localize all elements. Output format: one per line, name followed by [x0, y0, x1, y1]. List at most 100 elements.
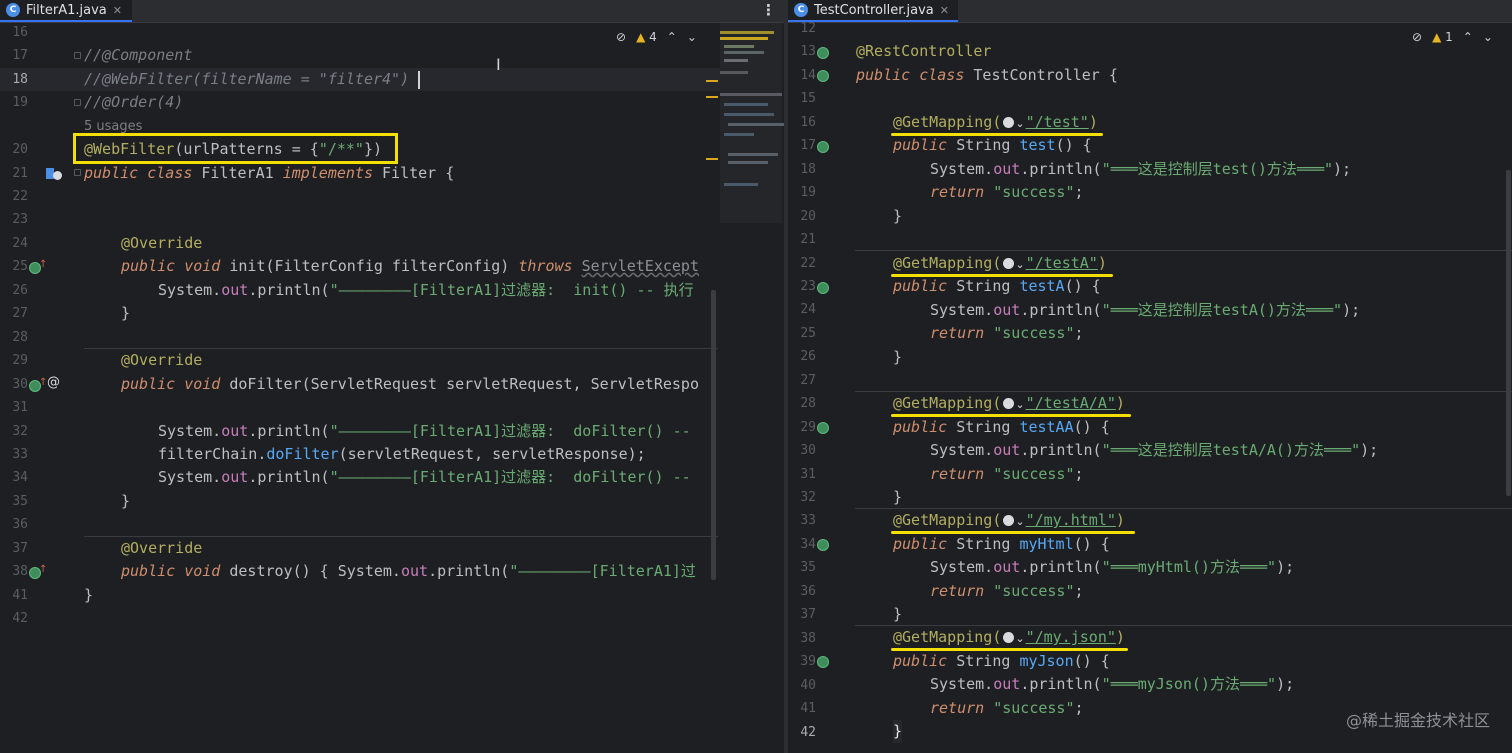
code-token: out	[993, 558, 1021, 576]
more-options-icon[interactable]: ⋮	[761, 1, 776, 19]
line-number: 26	[800, 349, 816, 365]
inspection-widget[interactable]: ⊘ ▲ 1 ⌃ ⌄	[1412, 30, 1493, 44]
tab-filtera1-java[interactable]: C FilterA1.java ✕	[0, 0, 132, 22]
chevron-down-icon[interactable]: ⌄	[1015, 253, 1024, 276]
warning-count: 4	[649, 30, 657, 44]
mapping-url[interactable]: "/my.html"	[1026, 511, 1116, 529]
line-number: 41	[12, 588, 28, 603]
fold-marker-icon[interactable]	[74, 169, 81, 176]
code-line: }	[893, 720, 903, 743]
code-token: out	[993, 301, 1021, 319]
chevron-down-icon[interactable]: ⌄	[1015, 627, 1024, 650]
code-line: public class FilterA1 implements Filter …	[84, 162, 454, 185]
code-line: public String test() {	[893, 134, 1092, 157]
fold-marker-icon[interactable]	[74, 99, 81, 106]
request-mapping-icon[interactable]	[817, 422, 829, 434]
next-highlight-icon[interactable]: ⌄	[1483, 30, 1493, 44]
mapping-url[interactable]: "/testA"	[1026, 254, 1098, 272]
next-highlight-icon[interactable]: ⌄	[687, 30, 697, 44]
code-line: public void doFilter(ServletRequest serv…	[121, 373, 699, 396]
warning-counter[interactable]: ▲ 1	[1432, 30, 1453, 44]
line-number: 32	[800, 490, 816, 505]
chevron-down-icon[interactable]: ⌄	[1015, 112, 1024, 135]
code-line: System.out.println("═══这是控制层testA()方法═══…	[930, 299, 1360, 322]
warning-counter[interactable]: ▲ 4	[636, 30, 657, 44]
line-number: 24	[800, 302, 816, 318]
globe-icon[interactable]	[1003, 117, 1015, 128]
globe-icon[interactable]	[1003, 515, 1015, 526]
at-icon[interactable]: @	[47, 375, 60, 390]
line-number: 32	[12, 424, 28, 439]
code-minimap[interactable]	[720, 23, 784, 223]
code-line: @Override	[121, 234, 203, 252]
code-token: "success"	[984, 465, 1075, 483]
vertical-scrollbar[interactable]	[711, 290, 716, 580]
spring-bean-icon[interactable]	[817, 70, 829, 82]
code-line: System.out.println("═══这是控制层testA/A()方法═…	[930, 439, 1378, 462]
code-token: public	[893, 277, 948, 295]
warning-stripe-mark[interactable]	[706, 80, 718, 82]
method-separator	[855, 250, 1512, 251]
line-number: 28	[12, 330, 28, 345]
previous-highlight-icon[interactable]: ⌃	[1463, 30, 1473, 44]
reader-mode-icon[interactable]: ⊘	[616, 30, 626, 44]
line-number: 22	[800, 255, 816, 271]
code-token: );	[1276, 675, 1295, 693]
chevron-down-icon[interactable]: ⌄	[1015, 393, 1024, 416]
code-token: () {	[1055, 136, 1092, 154]
line-number: 17	[12, 48, 28, 63]
mapping-url[interactable]: "/test"	[1026, 113, 1089, 131]
left-editor-pane: C FilterA1.java ✕ ⋮ 16 17 18 19 20 21 22…	[0, 0, 784, 753]
warning-stripe-mark[interactable]	[706, 96, 718, 98]
highlight-underline	[891, 133, 1103, 136]
code-line: }	[893, 605, 903, 623]
code-line: //@Component	[84, 46, 193, 64]
reader-mode-icon[interactable]: ⊘	[1412, 30, 1422, 44]
inspection-widget[interactable]: ⊘ ▲ 4 ⌃ ⌄	[616, 30, 697, 44]
highlight-underline	[891, 414, 1131, 417]
code-token: public class	[856, 66, 965, 84]
code-token: Filter {	[373, 164, 455, 182]
minimap-line	[724, 183, 758, 186]
line-number: 30	[12, 377, 28, 392]
line-number: 23	[12, 212, 28, 227]
close-icon[interactable]: ✕	[940, 4, 949, 17]
warning-stripe-mark[interactable]	[706, 158, 718, 160]
mapping-url[interactable]: "/testA/A"	[1026, 394, 1116, 412]
code-line: @Override	[121, 539, 203, 557]
previous-highlight-icon[interactable]: ⌃	[667, 30, 677, 44]
chevron-down-icon[interactable]: ⌄	[1015, 510, 1024, 533]
close-icon[interactable]: ✕	[113, 4, 122, 17]
code-token: )	[1115, 394, 1125, 412]
code-token: return	[930, 465, 985, 483]
left-code-editor[interactable]: 16 17 18 19 20 21 22 23 24 25 26 27 28 2…	[0, 23, 784, 753]
code-token: myJson	[1019, 652, 1074, 670]
globe-icon[interactable]	[1003, 398, 1015, 409]
minimap-line	[720, 71, 748, 74]
right-code-editor[interactable]: 12 13 14 15 16 17 18 19 20 21 22 23 24 25 26 27 28 29 30 31…	[788, 21, 1512, 753]
request-mapping-icon[interactable]	[817, 539, 829, 551]
code-line: @GetMapping(⌄"/my.html")	[893, 509, 1125, 533]
tab-title: FilterA1.java	[26, 2, 107, 18]
code-token: @GetMapping	[893, 254, 993, 272]
line-number: 16	[800, 114, 816, 130]
line-number: 35	[800, 560, 816, 576]
vertical-scrollbar[interactable]	[1506, 170, 1511, 496]
globe-icon[interactable]	[1003, 258, 1015, 269]
code-token: "═══这是控制层testA/A()方法═══"	[1101, 441, 1361, 459]
request-mapping-icon[interactable]	[817, 656, 829, 668]
spring-bean-icon[interactable]	[817, 47, 829, 59]
mapping-url[interactable]: "/my.json"	[1026, 628, 1116, 646]
code-line: System.out.println("═══myHtml()方法═══");	[930, 556, 1294, 579]
request-mapping-icon[interactable]	[817, 141, 829, 153]
line-number: 38	[12, 564, 28, 579]
line-number: 40	[800, 677, 816, 693]
fold-marker-icon[interactable]	[74, 52, 81, 59]
code-token: .println(	[248, 422, 330, 440]
request-mapping-icon[interactable]	[817, 282, 829, 294]
code-line: @GetMapping(⌄"/my.json")	[893, 626, 1125, 650]
code-token: .println(	[1020, 675, 1102, 693]
code-token: doFilter(ServletRequest servletRequest, …	[220, 375, 699, 393]
line-number: 27	[12, 306, 28, 321]
globe-icon[interactable]	[1003, 632, 1015, 643]
